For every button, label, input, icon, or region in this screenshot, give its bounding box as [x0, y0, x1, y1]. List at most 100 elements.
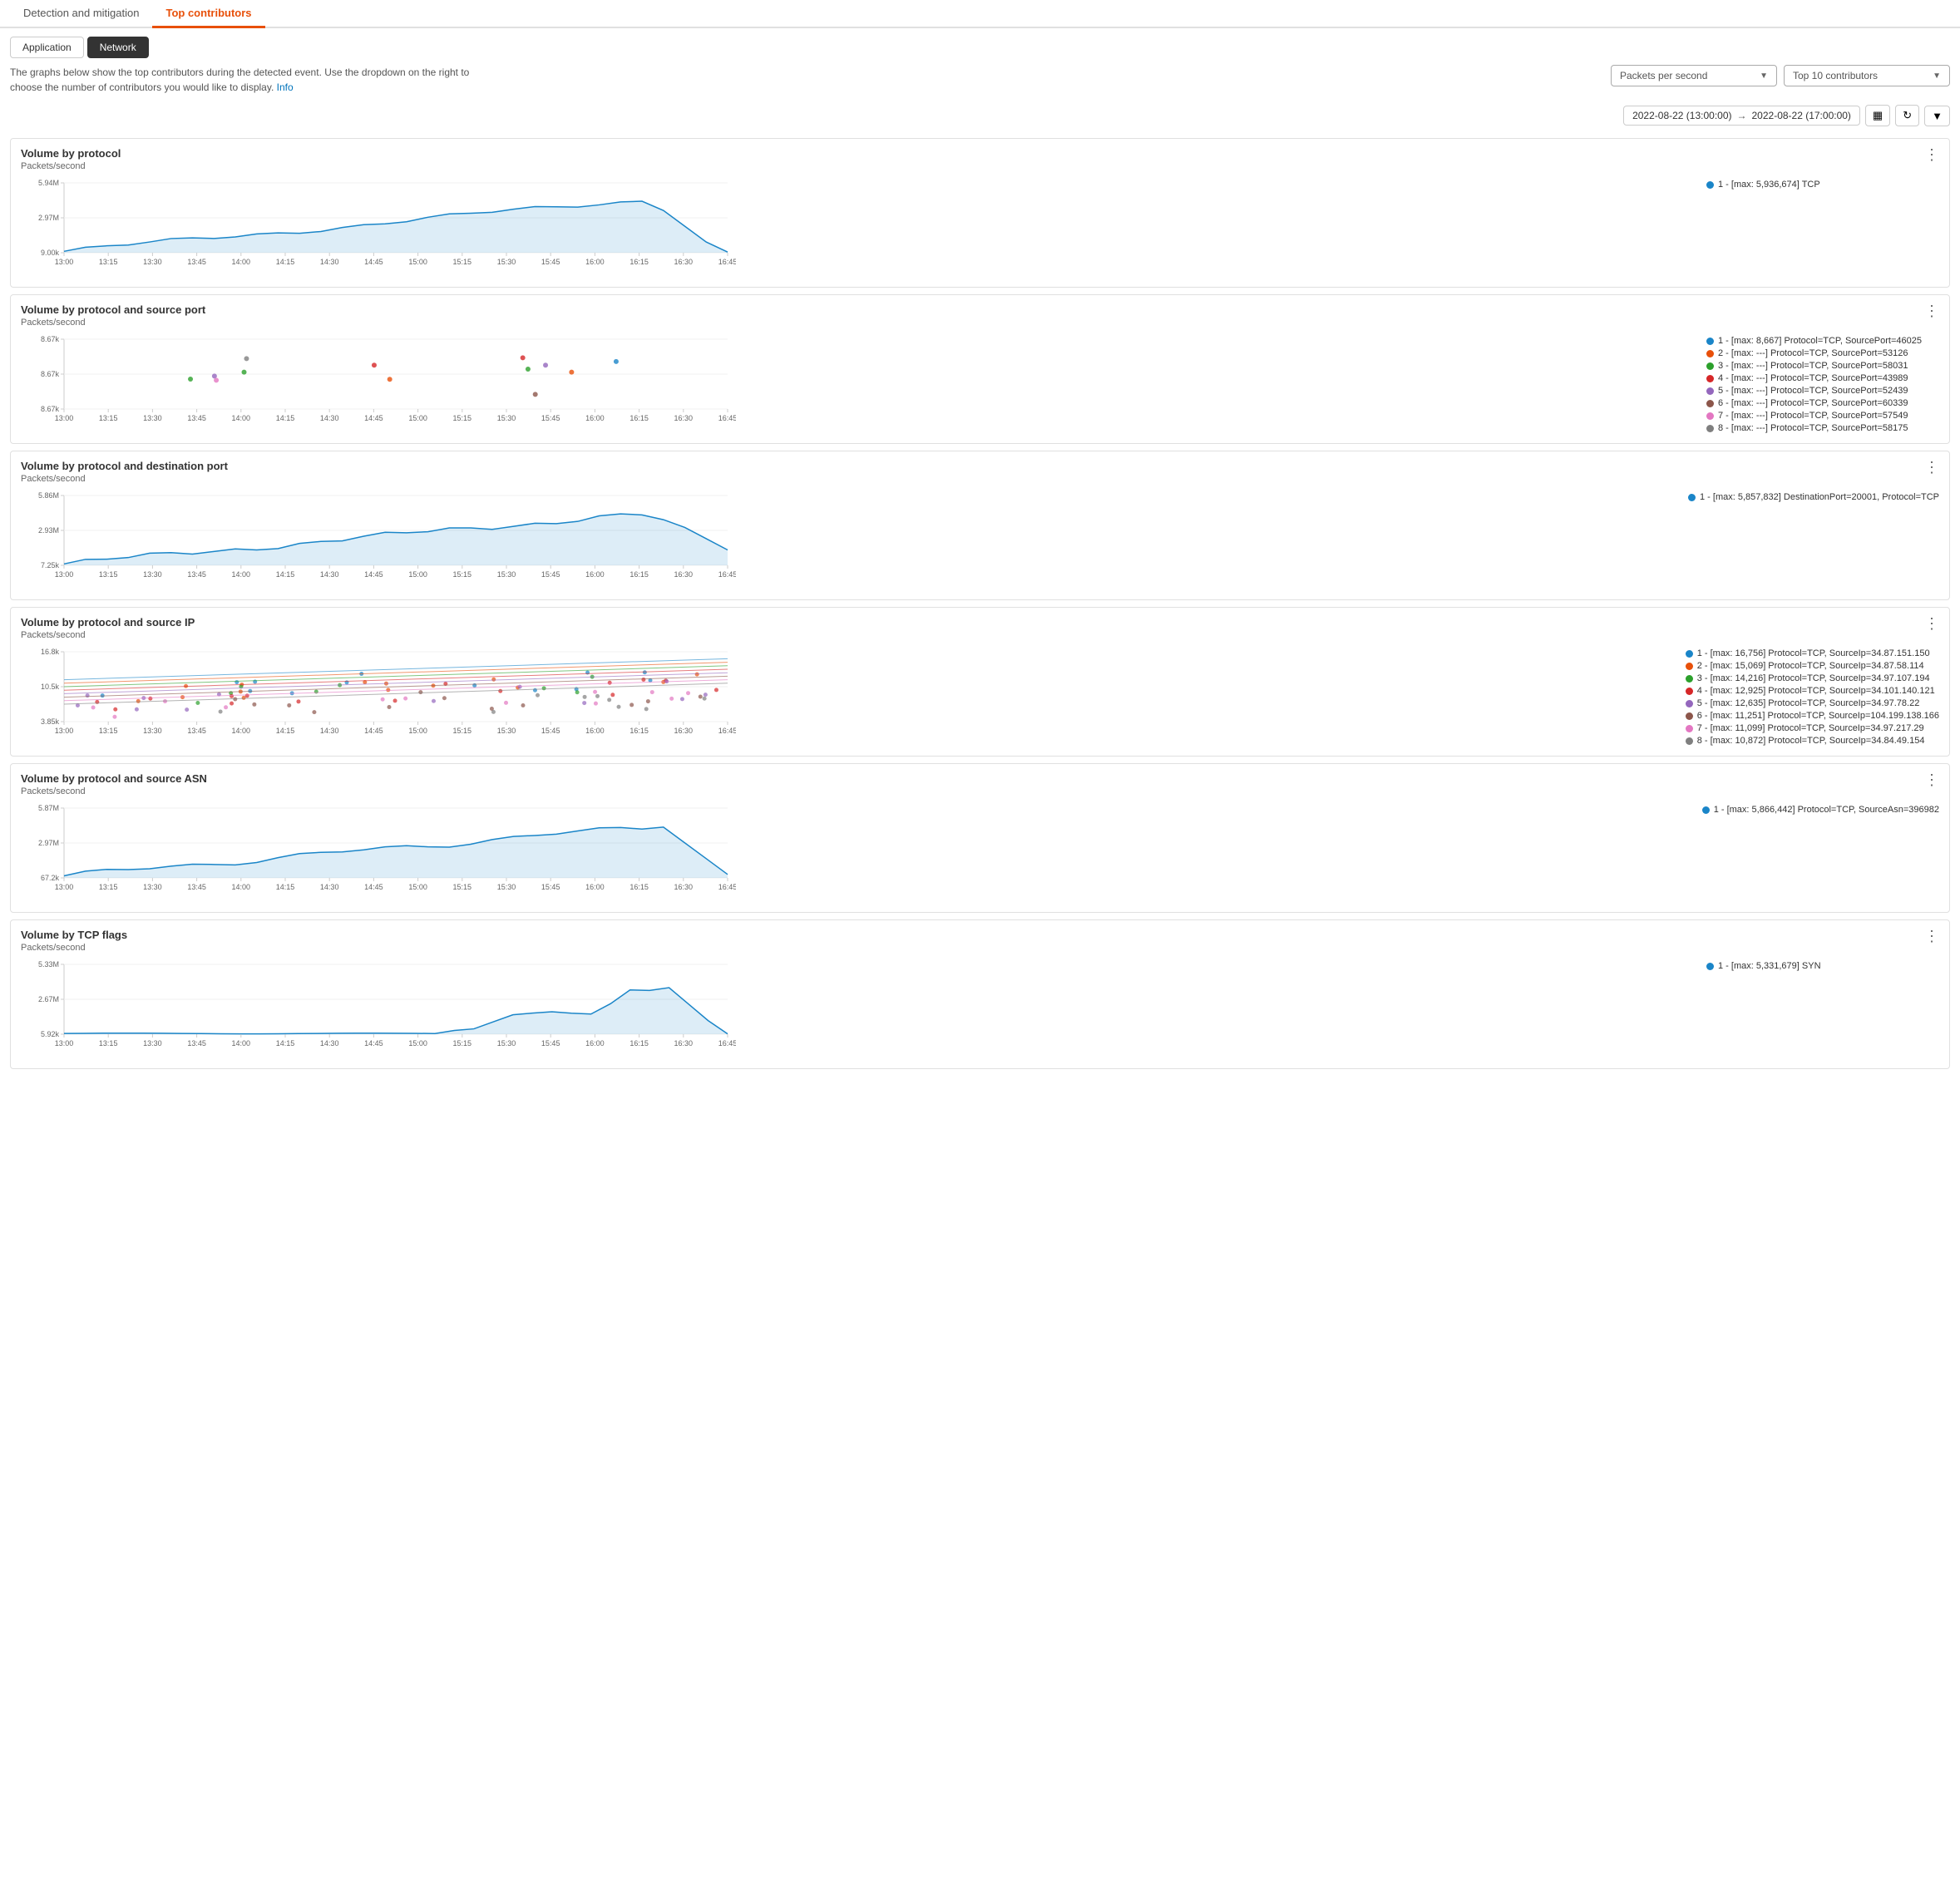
svg-text:13:00: 13:00 — [55, 414, 74, 422]
legend-dot — [1706, 350, 1714, 357]
legend-dot — [1706, 412, 1714, 420]
svg-text:16:15: 16:15 — [629, 883, 649, 891]
svg-text:16:45: 16:45 — [718, 258, 736, 266]
svg-text:16:00: 16:00 — [585, 727, 605, 735]
legend-dot — [1706, 362, 1714, 370]
chart-menu-protocol_src_ip[interactable]: ⋮ — [1924, 616, 1939, 631]
svg-text:13:45: 13:45 — [187, 1039, 206, 1047]
refresh-button[interactable]: ↻ — [1895, 105, 1919, 126]
legend-item: 2 - [max: ---] Protocol=TCP, SourcePort=… — [1706, 348, 1939, 358]
date-start: 2022-08-22 (13:00:00) — [1632, 110, 1731, 121]
svg-text:15:15: 15:15 — [453, 414, 472, 422]
svg-text:14:15: 14:15 — [276, 258, 295, 266]
legend-dot — [1686, 650, 1693, 658]
sub-tab-application[interactable]: Application — [10, 37, 84, 58]
metric-dropdown[interactable]: Packets per second ▼ — [1611, 65, 1777, 86]
chart-menu-tcp_flags[interactable]: ⋮ — [1924, 929, 1939, 944]
svg-text:5.87M: 5.87M — [38, 804, 59, 812]
tab-contributors[interactable]: Top contributors — [152, 0, 264, 28]
svg-text:15:30: 15:30 — [497, 258, 516, 266]
svg-text:16:15: 16:15 — [629, 1039, 649, 1047]
chart-area-protocol: 5.94M2.97M9.00k13:0013:1513:3013:4514:00… — [21, 176, 1939, 279]
legend-dot — [1686, 712, 1693, 720]
svg-text:10.5k: 10.5k — [41, 683, 60, 691]
svg-text:13:45: 13:45 — [187, 727, 206, 735]
svg-text:14:45: 14:45 — [364, 258, 383, 266]
date-end: 2022-08-22 (17:00:00) — [1752, 110, 1851, 121]
contributors-dropdown[interactable]: Top 10 contributors ▼ — [1784, 65, 1950, 86]
chart-panel-protocol_dst_port: Volume by protocol and destination port … — [10, 451, 1950, 600]
svg-text:16:15: 16:15 — [629, 258, 649, 266]
svg-text:14:30: 14:30 — [320, 727, 339, 735]
svg-text:13:45: 13:45 — [187, 258, 206, 266]
chart-subtitle-protocol_src_asn: Packets/second — [21, 786, 1939, 796]
legend-dot — [1702, 806, 1710, 814]
svg-text:13:30: 13:30 — [143, 1039, 162, 1047]
svg-text:14:15: 14:15 — [276, 1039, 295, 1047]
legend-label: 6 - [max: ---] Protocol=TCP, SourcePort=… — [1718, 398, 1908, 408]
svg-text:15:45: 15:45 — [541, 883, 560, 891]
svg-text:16:45: 16:45 — [718, 570, 736, 579]
chart-title-protocol_dst_port: Volume by protocol and destination port — [21, 460, 1939, 472]
svg-text:5.86M: 5.86M — [38, 491, 59, 500]
sub-tab-network[interactable]: Network — [87, 37, 149, 58]
svg-text:16:00: 16:00 — [585, 414, 605, 422]
info-link[interactable]: Info — [277, 81, 294, 93]
chart-menu-protocol_dst_port[interactable]: ⋮ — [1924, 460, 1939, 475]
chart-menu-protocol[interactable]: ⋮ — [1924, 147, 1939, 162]
svg-text:15:45: 15:45 — [541, 258, 560, 266]
legend-label: 7 - [max: 11,099] Protocol=TCP, SourceIp… — [1697, 723, 1924, 733]
legend-item: 1 - [max: 16,756] Protocol=TCP, SourceIp… — [1686, 648, 1939, 658]
svg-text:16:15: 16:15 — [629, 727, 649, 735]
legend-item: 7 - [max: 11,099] Protocol=TCP, SourceIp… — [1686, 723, 1939, 733]
legend-label: 8 - [max: ---] Protocol=TCP, SourcePort=… — [1718, 423, 1908, 433]
date-range-selector[interactable]: 2022-08-22 (13:00:00) → 2022-08-22 (17:0… — [1623, 106, 1860, 126]
svg-text:15:15: 15:15 — [453, 883, 472, 891]
tab-detection[interactable]: Detection and mitigation — [10, 0, 152, 28]
legend-item: 4 - [max: 12,925] Protocol=TCP, SourceIp… — [1686, 686, 1939, 696]
legend-label: 7 - [max: ---] Protocol=TCP, SourcePort=… — [1718, 411, 1908, 421]
legend-label: 8 - [max: 10,872] Protocol=TCP, SourceIp… — [1697, 736, 1925, 746]
svg-text:13:00: 13:00 — [55, 258, 74, 266]
svg-text:15:15: 15:15 — [453, 258, 472, 266]
legend-item: 8 - [max: 10,872] Protocol=TCP, SourceIp… — [1686, 736, 1939, 746]
options-button[interactable]: ▼ — [1924, 106, 1950, 126]
legend-item: 8 - [max: ---] Protocol=TCP, SourcePort=… — [1706, 423, 1939, 433]
svg-text:16:15: 16:15 — [629, 414, 649, 422]
svg-text:13:30: 13:30 — [143, 414, 162, 422]
calendar-button[interactable]: ▦ — [1865, 105, 1890, 126]
chart-panel-protocol: Volume by protocol Packets/second ⋮ 5.94… — [10, 138, 1950, 288]
svg-text:14:30: 14:30 — [320, 414, 339, 422]
chart-menu-protocol_src_asn[interactable]: ⋮ — [1924, 772, 1939, 787]
svg-text:15:00: 15:00 — [408, 1039, 427, 1047]
contributors-value: Top 10 contributors — [1793, 70, 1878, 81]
chart-svg-protocol: 5.94M2.97M9.00k13:0013:1513:3013:4514:00… — [21, 176, 1698, 279]
svg-text:13:30: 13:30 — [143, 570, 162, 579]
legend-label: 4 - [max: 12,925] Protocol=TCP, SourceIp… — [1697, 686, 1935, 696]
chart-svg-protocol_dst_port: 5.86M2.93M7.25k13:0013:1513:3013:4514:00… — [21, 489, 1680, 591]
svg-text:3.85k: 3.85k — [41, 717, 60, 726]
legend-item: 3 - [max: 14,216] Protocol=TCP, SourceIp… — [1686, 673, 1939, 683]
description-bar: The graphs below show the top contributo… — [0, 58, 1960, 100]
svg-text:14:00: 14:00 — [232, 258, 251, 266]
chart-menu-protocol_src_port[interactable]: ⋮ — [1924, 303, 1939, 318]
svg-text:13:15: 13:15 — [99, 883, 118, 891]
charts-container: Volume by protocol Packets/second ⋮ 5.94… — [0, 138, 1960, 1069]
svg-text:16:00: 16:00 — [585, 1039, 605, 1047]
svg-text:7.25k: 7.25k — [41, 561, 60, 569]
svg-text:14:45: 14:45 — [364, 1039, 383, 1047]
svg-text:16:00: 16:00 — [585, 258, 605, 266]
chart-subtitle-protocol_dst_port: Packets/second — [21, 474, 1939, 484]
legend-dot — [1706, 425, 1714, 432]
legend-item: 1 - [max: 5,857,832] DestinationPort=200… — [1688, 492, 1939, 502]
svg-text:15:45: 15:45 — [541, 414, 560, 422]
legend-dot — [1706, 375, 1714, 382]
chart-panel-protocol_src_ip: Volume by protocol and source IP Packets… — [10, 607, 1950, 757]
svg-text:13:15: 13:15 — [99, 570, 118, 579]
svg-text:15:30: 15:30 — [497, 1039, 516, 1047]
svg-text:13:15: 13:15 — [99, 414, 118, 422]
svg-text:67.2k: 67.2k — [41, 874, 60, 882]
legend-dot — [1706, 963, 1714, 970]
chart-area-protocol_src_port: 8.67k8.67k8.67k13:0013:1513:3013:4514:00… — [21, 333, 1939, 435]
chart-subtitle-tcp_flags: Packets/second — [21, 943, 1939, 953]
